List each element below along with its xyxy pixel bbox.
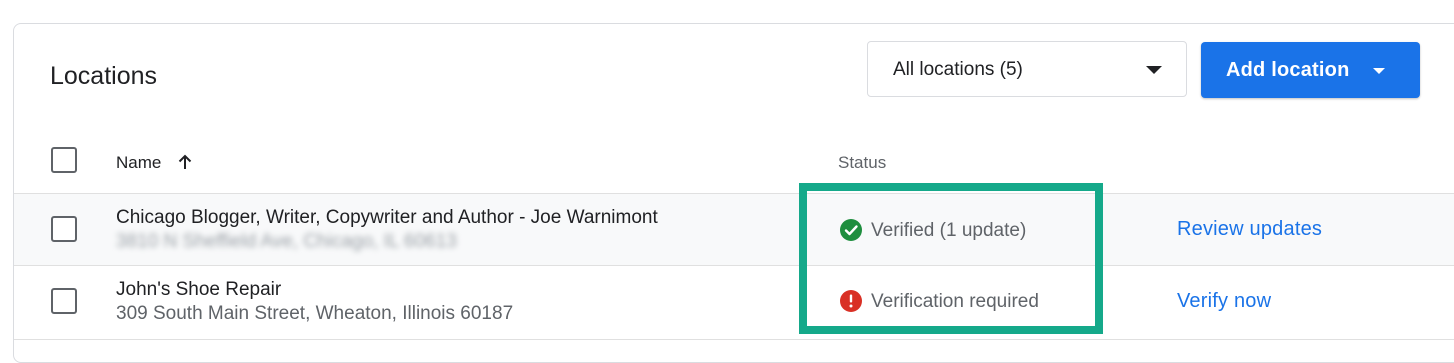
sort-ascending-icon[interactable] bbox=[176, 153, 194, 171]
row-checkbox[interactable] bbox=[51, 288, 77, 314]
column-header-status: Status bbox=[838, 153, 887, 172]
location-address: 3810 N Sheffield Ave, Chicago, IL 60613 bbox=[116, 231, 457, 252]
add-location-caret-icon bbox=[1373, 68, 1385, 74]
row-checkbox[interactable] bbox=[51, 216, 77, 242]
status-highlight-box bbox=[799, 183, 1103, 334]
location-name[interactable]: Chicago Blogger, Writer, Copywriter and … bbox=[116, 207, 658, 229]
locations-filter-dropdown[interactable]: All locations (5) bbox=[867, 41, 1187, 97]
review-updates-link[interactable]: Review updates bbox=[1177, 218, 1322, 241]
add-location-button[interactable]: Add location bbox=[1201, 42, 1420, 98]
dropdown-caret-icon bbox=[1146, 66, 1162, 74]
column-header-name[interactable]: Name bbox=[116, 153, 161, 173]
verify-now-link[interactable]: Verify now bbox=[1177, 290, 1271, 313]
location-address: 309 South Main Street, Wheaton, Illinois… bbox=[116, 303, 514, 324]
add-location-label: Add location bbox=[1226, 59, 1350, 81]
page-title: Locations bbox=[50, 62, 158, 90]
select-all-checkbox[interactable] bbox=[51, 147, 77, 173]
filter-label: All locations (5) bbox=[893, 59, 1023, 80]
location-name[interactable]: John's Shoe Repair bbox=[116, 279, 281, 301]
